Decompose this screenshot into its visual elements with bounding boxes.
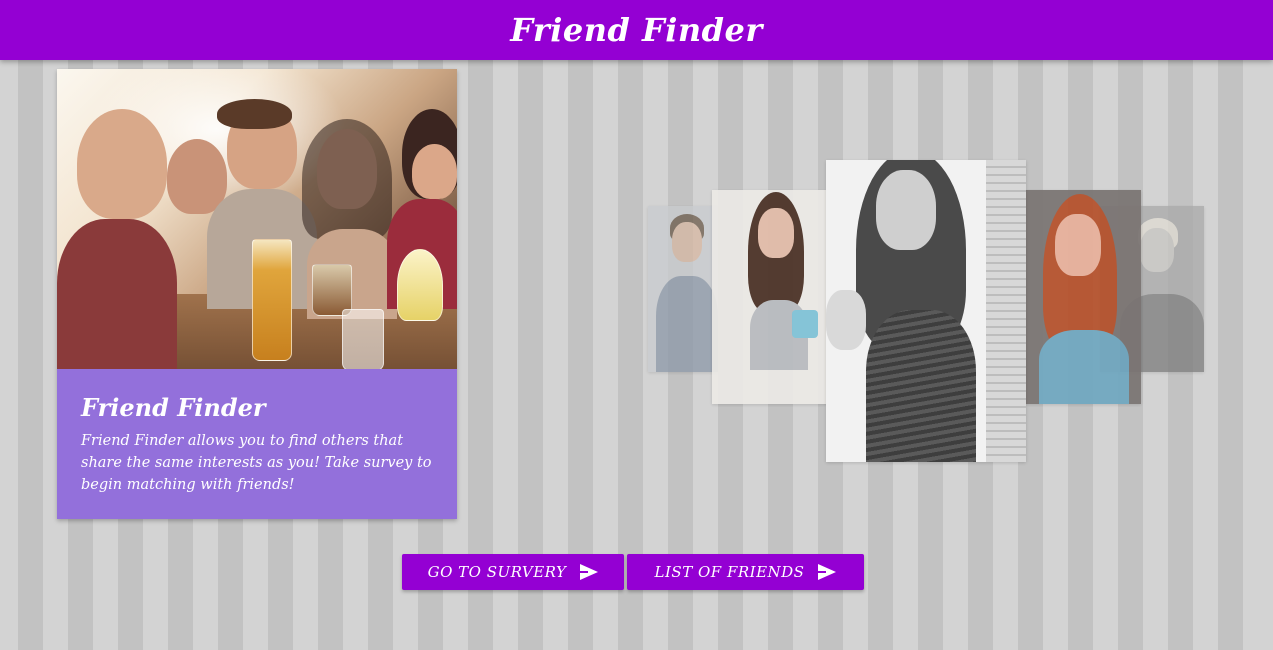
- list-of-friends-label: List of Friends: [654, 563, 805, 581]
- top-navbar: Friend Finder: [0, 0, 1273, 60]
- card-title: Friend Finder: [81, 393, 266, 422]
- carousel-item-1[interactable]: [648, 206, 718, 372]
- profile-carousel[interactable]: [648, 160, 1208, 462]
- go-to-survey-button[interactable]: Go to Survery: [402, 554, 624, 590]
- card-description: Friend Finder allows you to find others …: [81, 433, 432, 493]
- go-to-survey-label: Go to Survery: [427, 563, 567, 581]
- brand-logo[interactable]: Friend Finder: [510, 11, 763, 49]
- intro-card: Friend Finder Friend Finder allows you t…: [57, 69, 457, 519]
- carousel-item-4[interactable]: [1025, 190, 1141, 404]
- list-of-friends-button[interactable]: List of Friends: [627, 554, 864, 590]
- carousel-item-3[interactable]: [826, 160, 1026, 462]
- card-image: [57, 69, 457, 369]
- send-icon: [818, 564, 837, 580]
- card-content: Friend Finder Friend Finder allows you t…: [57, 369, 457, 496]
- carousel-item-2[interactable]: [712, 190, 828, 404]
- send-icon: [580, 564, 599, 580]
- action-buttons: Go to Survery List of Friends: [402, 554, 864, 590]
